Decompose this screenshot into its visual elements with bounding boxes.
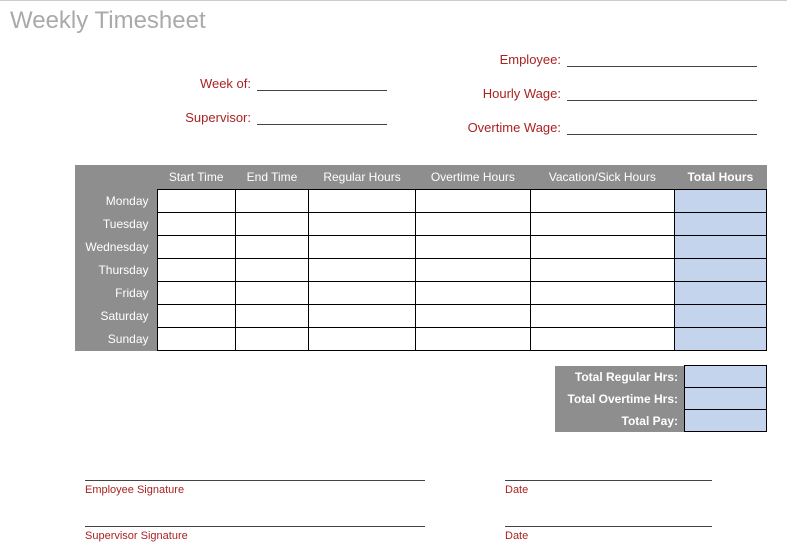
fri-regular[interactable] [309,282,416,305]
thu-overtime[interactable] [415,259,530,282]
wed-total [674,236,766,259]
col-start: Start Time [157,165,235,190]
overtime-wage-input[interactable] [567,117,757,135]
sat-regular[interactable] [309,305,416,328]
mon-regular[interactable] [309,190,416,213]
week-of-label: Week of: [137,76,257,91]
timesheet-table: Start Time End Time Regular Hours Overti… [75,165,767,351]
overtime-wage-label: Overtime Wage: [427,120,567,135]
tue-start[interactable] [157,213,235,236]
row-tuesday: Tuesday [75,213,767,236]
supervisor-input[interactable] [257,107,387,125]
sun-regular[interactable] [309,328,416,351]
total-overtime-label: Total Overtime Hrs: [555,388,685,410]
fri-vacation[interactable] [530,282,674,305]
employee-date-label: Date [505,484,712,496]
sun-end[interactable] [235,328,308,351]
row-thursday: Thursday [75,259,767,282]
sat-overtime[interactable] [415,305,530,328]
wed-start[interactable] [157,236,235,259]
total-overtime-value [685,388,767,410]
tue-overtime[interactable] [415,213,530,236]
sat-end[interactable] [235,305,308,328]
employee-date-line[interactable] [505,480,712,481]
sun-vacation[interactable] [530,328,674,351]
tue-vacation[interactable] [530,213,674,236]
tue-regular[interactable] [309,213,416,236]
wed-regular[interactable] [309,236,416,259]
wed-end[interactable] [235,236,308,259]
fri-start[interactable] [157,282,235,305]
thu-start[interactable] [157,259,235,282]
mon-end[interactable] [235,190,308,213]
employee-label: Employee: [427,52,567,67]
row-saturday: Saturday [75,305,767,328]
employee-input[interactable] [567,49,757,67]
sun-overtime[interactable] [415,328,530,351]
wed-vacation[interactable] [530,236,674,259]
supervisor-date-label: Date [505,530,712,542]
sun-total [674,328,766,351]
sun-start[interactable] [157,328,235,351]
row-friday: Friday [75,282,767,305]
supervisor-label: Supervisor: [137,110,257,125]
day-sunday: Sunday [75,328,157,351]
hourly-wage-input[interactable] [567,83,757,101]
day-wednesday: Wednesday [75,236,157,259]
col-overtime: Overtime Hours [415,165,530,190]
summary-table: Total Regular Hrs: Total Overtime Hrs: T… [555,365,768,432]
row-monday: Monday [75,190,767,213]
employee-signature-line[interactable] [85,480,425,481]
sat-start[interactable] [157,305,235,328]
sat-vacation[interactable] [530,305,674,328]
thu-vacation[interactable] [530,259,674,282]
header-corner [75,165,157,190]
col-vacation: Vacation/Sick Hours [530,165,674,190]
supervisor-date-line[interactable] [505,526,712,527]
header-fields: Week of: Supervisor: Employee: Hourly Wa… [0,37,787,157]
supervisor-signature-line[interactable] [85,526,425,527]
week-of-input[interactable] [257,73,387,91]
thu-total [674,259,766,282]
fri-overtime[interactable] [415,282,530,305]
hourly-wage-label: Hourly Wage: [427,86,567,101]
supervisor-signature-label: Supervisor Signature [85,530,425,542]
total-regular-value [685,366,767,388]
page-title: Weekly Timesheet [0,1,787,37]
fri-end[interactable] [235,282,308,305]
col-end: End Time [235,165,308,190]
day-saturday: Saturday [75,305,157,328]
tue-total [674,213,766,236]
fri-total [674,282,766,305]
mon-start[interactable] [157,190,235,213]
mon-total [674,190,766,213]
row-sunday: Sunday [75,328,767,351]
col-regular: Regular Hours [309,165,416,190]
day-tuesday: Tuesday [75,213,157,236]
employee-signature-label: Employee Signature [85,484,425,496]
total-regular-label: Total Regular Hrs: [555,366,685,388]
thu-end[interactable] [235,259,308,282]
thu-regular[interactable] [309,259,416,282]
sat-total [674,305,766,328]
tue-end[interactable] [235,213,308,236]
row-wednesday: Wednesday [75,236,767,259]
day-friday: Friday [75,282,157,305]
total-pay-label: Total Pay: [555,410,685,432]
wed-overtime[interactable] [415,236,530,259]
mon-vacation[interactable] [530,190,674,213]
day-monday: Monday [75,190,157,213]
mon-overtime[interactable] [415,190,530,213]
day-thursday: Thursday [75,259,157,282]
col-total: Total Hours [674,165,766,190]
total-pay-value [685,410,767,432]
